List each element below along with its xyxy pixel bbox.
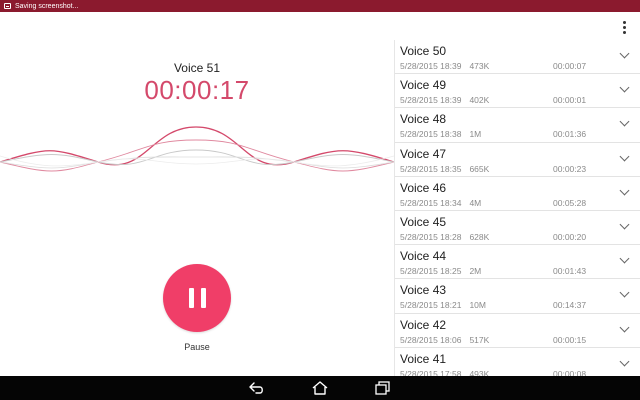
recording-meta: 5/28/2015 18:39 473K xyxy=(400,61,489,71)
chevron-down-icon[interactable] xyxy=(619,356,630,367)
chevron-down-icon[interactable] xyxy=(619,151,630,162)
recording-item[interactable]: Voice 47 5/28/2015 18:35 665K 00:00:23 xyxy=(395,143,640,177)
recording-item[interactable]: Voice 49 5/28/2015 18:39 402K 00:00:01 xyxy=(395,74,640,109)
recording-name: Voice 45 xyxy=(400,214,447,229)
status-bar: Saving screenshot... xyxy=(0,0,640,12)
chevron-down-icon[interactable] xyxy=(619,219,630,230)
pause-icon xyxy=(188,288,194,308)
pause-label: Pause xyxy=(184,342,210,352)
recording-date: 5/28/2015 17:58 xyxy=(400,368,462,376)
home-icon[interactable] xyxy=(311,380,329,396)
recording-duration: 00:00:07 xyxy=(553,61,587,71)
recording-size: 10M xyxy=(469,300,486,311)
recording-date: 5/28/2015 18:39 xyxy=(400,95,462,106)
recents-icon[interactable] xyxy=(374,380,392,396)
recording-name: Voice 43 xyxy=(400,283,447,298)
recording-size: 2M xyxy=(469,266,482,277)
recording-meta: 5/28/2015 18:21 10M xyxy=(400,300,486,310)
waveform-line-4 xyxy=(0,156,394,169)
recording-name: Voice 49 xyxy=(400,78,447,93)
recording-size: 665K xyxy=(469,163,490,174)
recording-item[interactable]: Voice 44 5/28/2015 18:25 2M 00:01:43 xyxy=(395,245,640,280)
recording-date: 5/28/2015 18:21 xyxy=(400,300,462,311)
recording-meta: 5/28/2015 18:38 1M xyxy=(400,129,481,139)
recording-duration: 00:01:43 xyxy=(553,266,587,277)
recording-duration: 00:00:15 xyxy=(553,334,587,345)
recording-meta: 5/28/2015 18:39 402K xyxy=(400,95,489,105)
waveform-visualizer xyxy=(0,126,394,172)
navigation-bar xyxy=(0,376,640,400)
status-notification-text: Saving screenshot... xyxy=(15,2,79,10)
recording-duration: 00:14:37 xyxy=(553,300,587,311)
recording-duration: 00:01:36 xyxy=(553,129,587,140)
recording-size: 402K xyxy=(469,95,490,106)
chevron-down-icon[interactable] xyxy=(619,322,630,332)
recording-size: 493K xyxy=(469,368,490,376)
recording-item[interactable]: Voice 46 5/28/2015 18:34 4M 00:05:28 xyxy=(395,177,640,211)
recording-duration: 00:00:20 xyxy=(553,231,587,242)
recording-date: 5/28/2015 18:39 xyxy=(400,61,462,71)
recording-date: 5/28/2015 18:34 xyxy=(400,197,462,208)
recording-item[interactable]: Voice 42 5/28/2015 18:06 517K 00:00:15 xyxy=(395,314,640,348)
recording-name: Voice 42 xyxy=(400,317,447,332)
more-vert-icon[interactable] xyxy=(617,18,631,36)
recording-meta: 5/28/2015 17:58 493K xyxy=(400,369,489,376)
recording-meta: 5/28/2015 18:06 517K xyxy=(400,335,489,345)
waveform-line-5 xyxy=(0,155,394,167)
recording-item[interactable]: Voice 41 5/28/2015 17:58 493K 00:00:08 xyxy=(395,348,640,376)
recording-meta: 5/28/2015 18:34 4M xyxy=(400,198,481,208)
recording-item[interactable]: Voice 45 5/28/2015 18:28 628K 00:00:20 xyxy=(395,211,640,246)
recording-size: 4M xyxy=(469,197,482,208)
screenshot-icon xyxy=(4,3,11,9)
recording-size: 628K xyxy=(469,231,490,242)
recorder-panel: Voice 51 00:00:17 Pause xyxy=(0,12,394,376)
chevron-down-icon[interactable] xyxy=(619,116,630,127)
recording-size: 1M xyxy=(469,129,482,140)
recording-meta: 5/28/2015 18:25 2M xyxy=(400,266,481,276)
recording-size: 473K xyxy=(469,61,490,71)
chevron-down-icon[interactable] xyxy=(619,253,630,264)
recording-duration: 00:00:08 xyxy=(553,368,587,376)
recording-name: Voice 46 xyxy=(400,180,447,195)
recording-name: Voice 41 xyxy=(400,351,447,366)
recording-date: 5/28/2015 18:38 xyxy=(400,129,462,140)
recording-name: Voice 50 xyxy=(400,44,447,58)
waveform-line-2 xyxy=(0,139,394,172)
chevron-down-icon[interactable] xyxy=(619,185,630,196)
recording-item[interactable]: Voice 43 5/28/2015 18:21 10M 00:14:37 xyxy=(395,279,640,314)
recording-duration: 00:00:01 xyxy=(553,95,587,106)
recording-date: 5/28/2015 18:28 xyxy=(400,231,462,242)
recording-date: 5/28/2015 18:35 xyxy=(400,163,462,174)
recordings-list[interactable]: Voice 50 5/28/2015 18:39 473K 00:00:07 Voice… xyxy=(394,40,640,376)
chevron-down-icon[interactable] xyxy=(619,287,630,298)
waveform-line-main xyxy=(0,126,394,166)
recording-timer: 00:00:17 xyxy=(144,75,250,105)
recording-item[interactable]: Voice 48 5/28/2015 18:38 1M 00:01:36 xyxy=(395,108,640,143)
recording-name: Voice 48 xyxy=(400,112,447,127)
recording-size: 517K xyxy=(469,334,490,345)
recording-meta: 5/28/2015 18:28 628K xyxy=(400,232,489,242)
recording-date: 5/28/2015 18:25 xyxy=(400,266,462,277)
recording-title: Voice 51 xyxy=(173,61,221,75)
chevron-down-icon[interactable] xyxy=(619,48,630,59)
recording-date: 5/28/2015 18:06 xyxy=(400,334,462,345)
recording-meta: 5/28/2015 18:35 665K xyxy=(400,164,489,174)
recording-name: Voice 47 xyxy=(400,146,447,161)
chevron-down-icon[interactable] xyxy=(619,82,630,93)
recording-item[interactable]: Voice 50 5/28/2015 18:39 473K 00:00:07 xyxy=(395,40,640,75)
recording-name: Voice 44 xyxy=(400,249,447,264)
recording-duration: 00:05:28 xyxy=(553,197,587,208)
screen: Saving screenshot... Voice 51 00:00:17 P… xyxy=(0,0,640,400)
back-icon[interactable] xyxy=(248,380,266,396)
recording-duration: 00:00:23 xyxy=(553,163,587,174)
pause-button[interactable] xyxy=(163,264,231,332)
